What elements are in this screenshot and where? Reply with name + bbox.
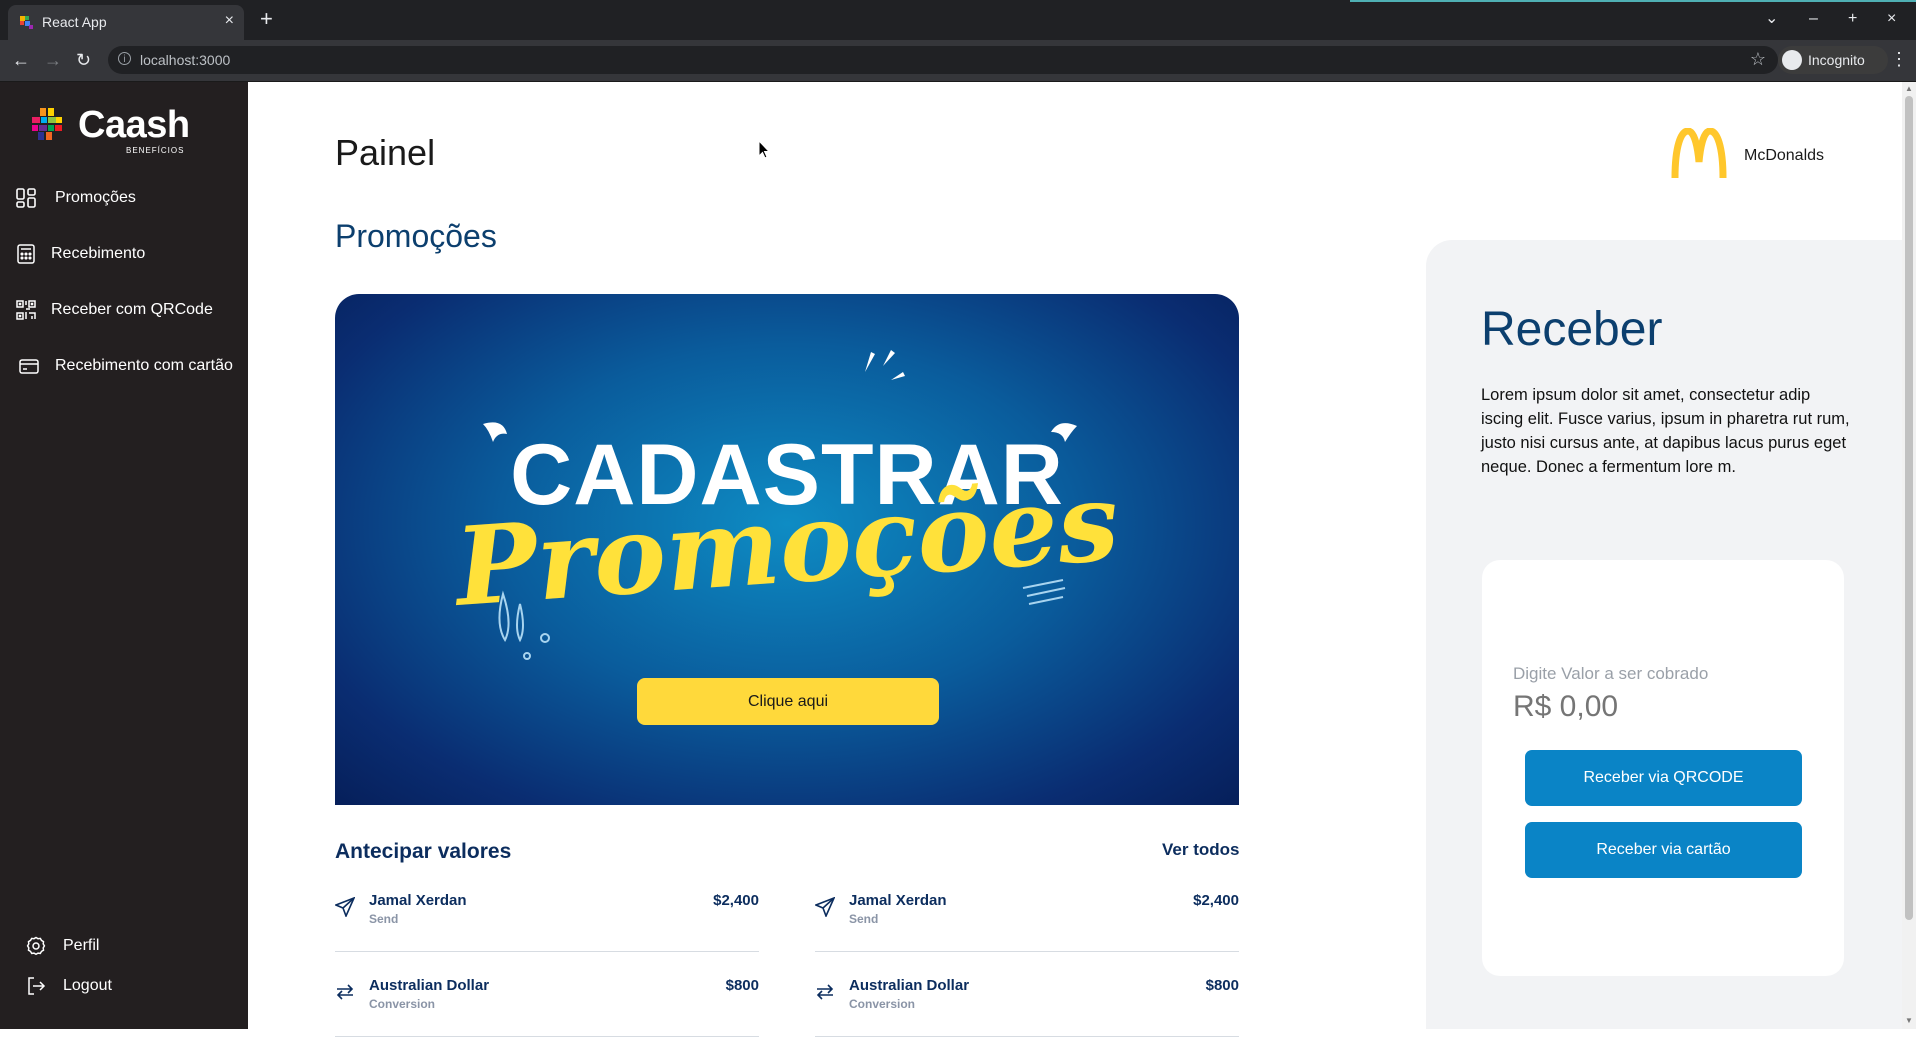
grid-icon (16, 188, 36, 208)
sidebar-item-label: Recebimento com cartão (55, 357, 233, 374)
clique-aqui-button[interactable]: Clique aqui (637, 678, 939, 725)
caash-logo[interactable]: Caash BENEFÍCIOS (30, 104, 190, 155)
calculator-icon (17, 244, 35, 264)
transaction-amount: $800 (1205, 977, 1239, 994)
address-bar[interactable]: i localhost:3000 ☆ (108, 46, 1778, 74)
receber-description: Lorem ipsum dolor sit amet, consectetur … (1481, 386, 1850, 476)
transaction-amount: $2,400 (713, 892, 759, 909)
transaction-type: Conversion (369, 997, 436, 1011)
sidebar-item-label: Recebimento (51, 245, 146, 262)
incognito-icon (1782, 50, 1802, 70)
incognito-label: Incognito (1808, 52, 1865, 68)
exchange-icon (816, 984, 834, 1000)
transaction-amount: $800 (725, 977, 759, 994)
forward-icon[interactable]: → (44, 50, 62, 70)
incognito-badge[interactable]: Incognito (1778, 46, 1888, 74)
scrollbar-thumb[interactable] (1905, 96, 1913, 920)
new-tab-button[interactable]: + (260, 8, 273, 30)
scroll-down-icon[interactable]: ▼ (1905, 1016, 1913, 1025)
transaction-type: Send (849, 912, 879, 926)
sidebar-item-label: Promoções (55, 189, 136, 206)
back-icon[interactable]: ← (12, 50, 30, 70)
sidebar-item-recebimento[interactable]: Recebimento (0, 232, 248, 276)
browser-tab-strip: React App × + ⌄ – + × (0, 0, 1916, 40)
logout-icon (28, 977, 46, 995)
loading-accent-bar (1350, 0, 1916, 2)
browser-toolbar: ← → ↻ i localhost:3000 ☆ Incognito ⋮ (0, 40, 1916, 82)
send-icon (815, 897, 835, 917)
brand-name: McDonalds (1744, 147, 1825, 164)
value-input[interactable] (1513, 689, 1803, 725)
page-title: Painel (335, 132, 436, 173)
tab-title: React App (42, 14, 107, 30)
close-window-icon[interactable]: × (1887, 10, 1896, 28)
tab-search-icon[interactable]: ⌄ (1765, 10, 1778, 28)
receber-title: Receber (1481, 303, 1663, 356)
sidebar-item-label: Perfil (63, 937, 100, 954)
tab-close-icon[interactable]: × (225, 12, 234, 30)
sidebar-item-qrcode[interactable]: Receber com QRCode (0, 288, 248, 332)
sidebar-item-perfil[interactable]: Perfil (0, 924, 248, 968)
send-icon (335, 897, 355, 917)
maximize-icon[interactable]: + (1848, 10, 1857, 28)
antecipar-title: Antecipar valores (335, 840, 512, 863)
url-text: localhost:3000 (140, 52, 231, 68)
transaction-type: Conversion (849, 997, 916, 1011)
logo-subtitle: BENEFÍCIOS (126, 146, 185, 155)
transaction-name: Jamal Xerdan (849, 892, 947, 909)
scroll-up-icon[interactable]: ▲ (1905, 84, 1913, 93)
transaction-row[interactable]: Australian Dollar Conversion $800 (815, 972, 1239, 1037)
sidebar-item-label: Logout (63, 977, 112, 994)
react-favicon-icon (20, 16, 33, 29)
gear-icon (26, 936, 46, 956)
transaction-row[interactable]: Australian Dollar Conversion $800 (335, 972, 759, 1037)
caash-logo-mark-icon (32, 108, 62, 140)
transaction-row[interactable]: Jamal Xerdan Send $2,400 (335, 887, 759, 952)
transaction-type: Send (369, 912, 399, 926)
sidebar: Caash BENEFÍCIOS Promoções Recebimento R… (0, 82, 248, 1029)
browser-tab[interactable]: React App × (8, 5, 244, 40)
qrcode-icon (16, 300, 36, 320)
receber-qrcode-button[interactable]: Receber via QRCODE (1525, 750, 1802, 806)
transaction-name: Australian Dollar (369, 977, 490, 994)
logo-text: Caash (78, 104, 190, 146)
receber-cartao-button[interactable]: Receber via cartão (1525, 822, 1802, 878)
transaction-name: Australian Dollar (849, 977, 970, 994)
bookmark-star-icon[interactable]: ☆ (1750, 49, 1766, 70)
exchange-icon (336, 984, 354, 1000)
credit-card-icon (19, 359, 39, 374)
promo-banner: CADASTRAR Promoções Clique aqui (335, 294, 1239, 805)
receber-panel: Receber Lorem ipsum dolor sit amet, cons… (1426, 240, 1916, 1029)
site-info-icon[interactable]: i (118, 52, 131, 65)
sidebar-item-cartao[interactable]: Recebimento com cartão (0, 344, 248, 388)
transaction-name: Jamal Xerdan (369, 892, 467, 909)
mcdonalds-logo-icon (1671, 128, 1727, 179)
section-title: Promoções (335, 218, 497, 254)
transaction-amount: $2,400 (1193, 892, 1239, 909)
value-label: Digite Valor a ser cobrado (1513, 664, 1709, 683)
sidebar-item-logout[interactable]: Logout (0, 964, 248, 1008)
receber-card: Digite Valor a ser cobrado Receber via Q… (1482, 560, 1844, 976)
minimize-icon[interactable]: – (1809, 10, 1818, 28)
mouse-cursor-icon (758, 140, 770, 159)
page-scrollbar[interactable]: ▲ ▼ (1902, 82, 1916, 1029)
sidebar-item-promocoes[interactable]: Promoções (0, 176, 248, 220)
browser-menu-icon[interactable]: ⋮ (1890, 49, 1908, 70)
transaction-row[interactable]: Jamal Xerdan Send $2,400 (815, 887, 1239, 952)
reload-icon[interactable]: ↻ (76, 50, 91, 70)
view-all-link[interactable]: Ver todos (1162, 840, 1239, 860)
sidebar-item-label: Receber com QRCode (51, 301, 213, 318)
